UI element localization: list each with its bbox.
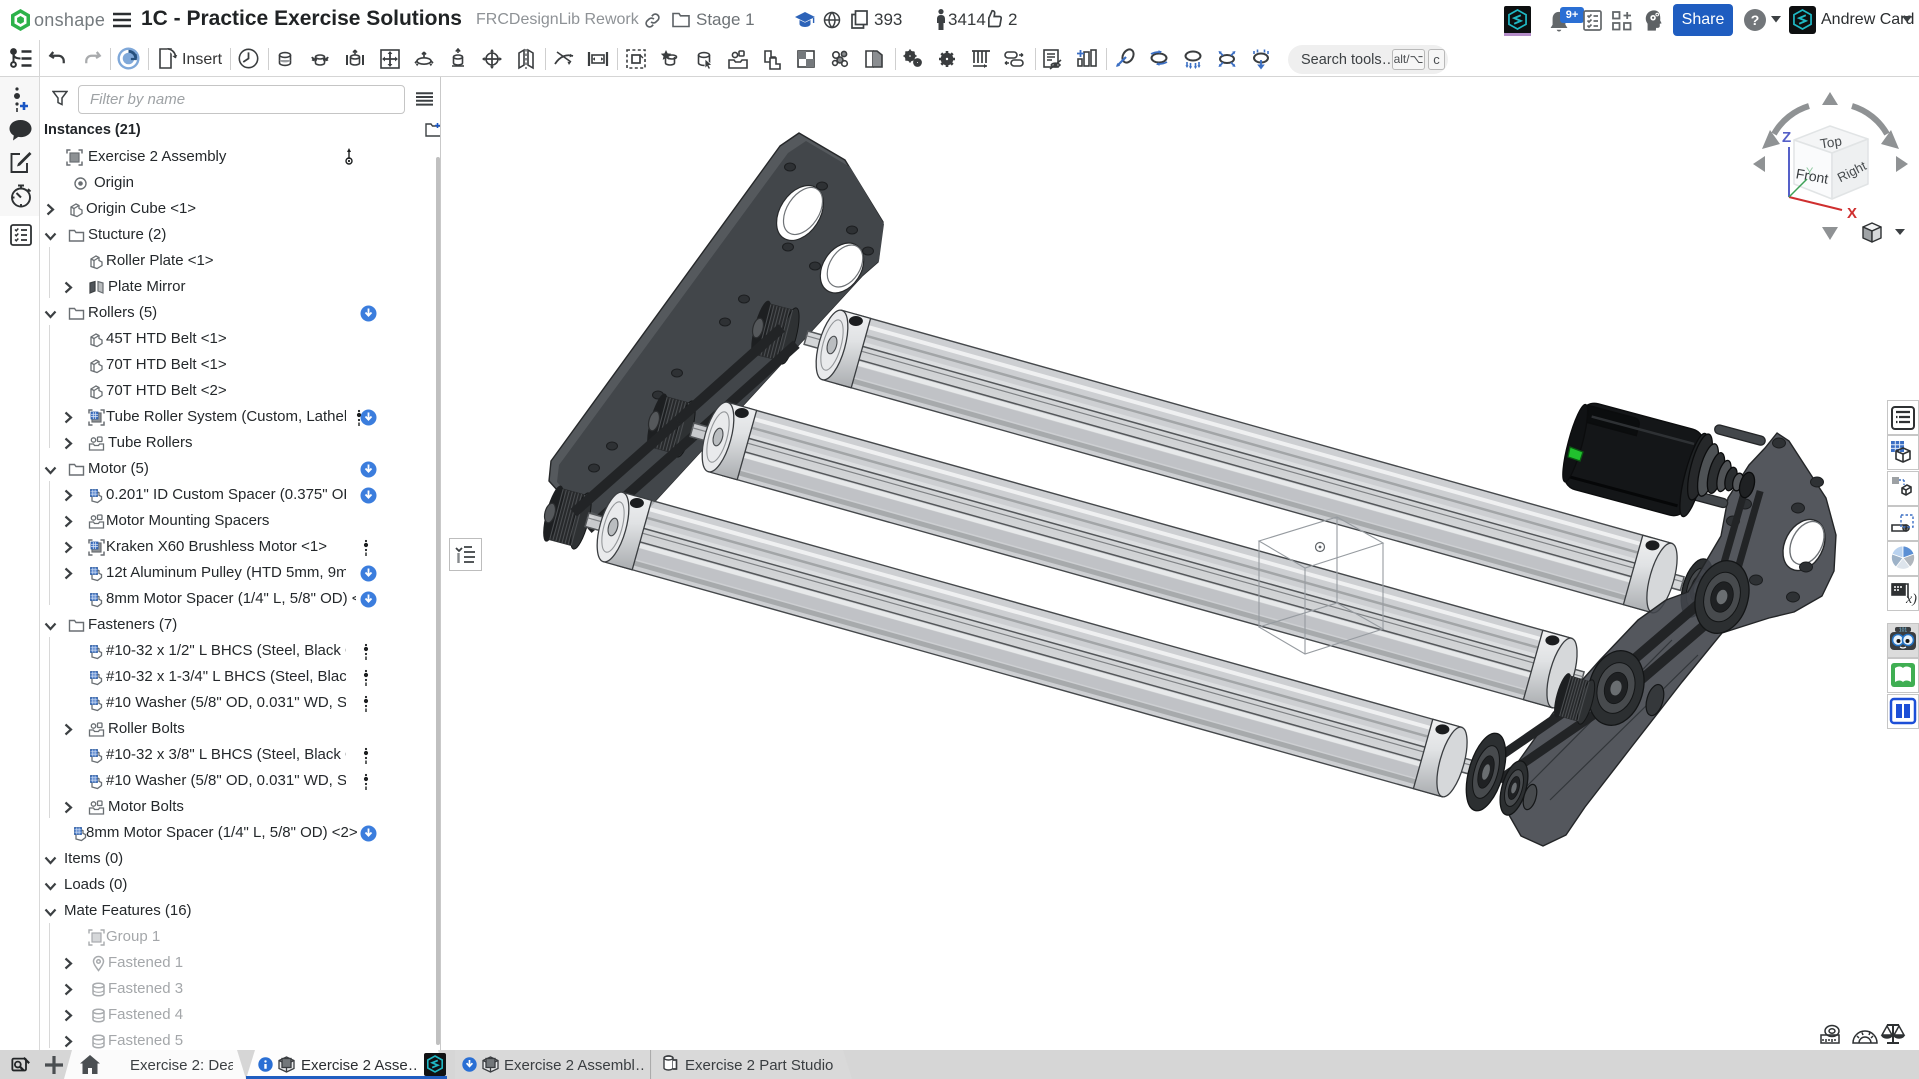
svg-text:101: 101 (1899, 627, 1908, 633)
svg-text:x): x) (1905, 592, 1917, 607)
svg-text:Y: Y (1806, 166, 1814, 178)
svg-text:?: ? (1751, 12, 1760, 28)
svg-text:Z: Z (1782, 129, 1791, 146)
svg-text:X: X (1847, 205, 1857, 222)
